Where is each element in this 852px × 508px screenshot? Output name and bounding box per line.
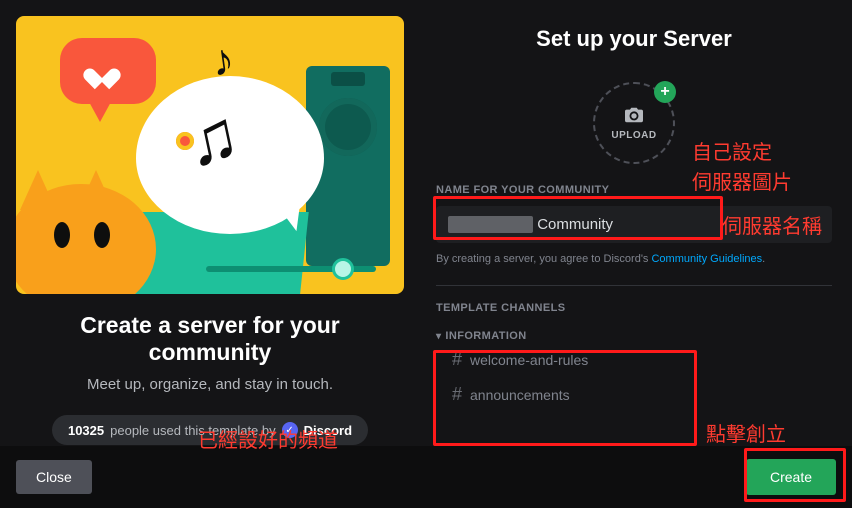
camera-icon: [623, 106, 645, 124]
template-usage-badge: 10325 people used this template by ✓ Dis…: [52, 415, 368, 445]
divider: [436, 285, 832, 286]
plus-icon: +: [654, 81, 676, 103]
template-channels-label: TEMPLATE CHANNELS: [436, 302, 832, 314]
hash-icon: #: [452, 384, 462, 405]
template-illustration: ♪ ♫ ♪: [16, 16, 404, 294]
template-preview-panel: ♪ ♫ ♪ Create a server for your community…: [0, 0, 420, 508]
community-name-value: Community: [537, 216, 613, 233]
community-guidelines-link[interactable]: Community Guidelines: [651, 253, 762, 265]
channel-category-information[interactable]: ▾ INFORMATION: [436, 330, 832, 342]
verified-icon: ✓: [282, 422, 298, 438]
setup-heading: Set up your Server: [436, 26, 832, 52]
template-subheading: Meet up, organize, and stay in touch.: [16, 376, 404, 393]
template-usage-count: 10325: [68, 423, 104, 438]
hash-icon: #: [452, 349, 462, 370]
channel-announcements[interactable]: # announcements: [436, 377, 832, 412]
upload-label: UPLOAD: [611, 130, 656, 141]
tos-text: By creating a server, you agree to Disco…: [436, 253, 832, 265]
chevron-down-icon: ▾: [436, 331, 441, 342]
template-heading: Create a server for your community: [16, 312, 404, 366]
community-name-input[interactable]: ████████ Community: [436, 206, 832, 243]
redacted-text: ████████: [448, 216, 533, 233]
channel-welcome-and-rules[interactable]: # welcome-and-rules: [436, 342, 832, 377]
template-author: Discord: [304, 423, 352, 438]
server-icon-upload[interactable]: UPLOAD +: [593, 82, 675, 164]
create-button[interactable]: Create: [746, 459, 836, 495]
template-usage-text: people used this template by: [110, 423, 276, 438]
server-setup-panel: Set up your Server UPLOAD + NAME FOR YOU…: [420, 0, 852, 508]
modal-footer: Close Create: [0, 446, 852, 508]
close-button[interactable]: Close: [16, 460, 92, 494]
community-name-label: NAME FOR YOUR COMMUNITY: [436, 184, 832, 196]
